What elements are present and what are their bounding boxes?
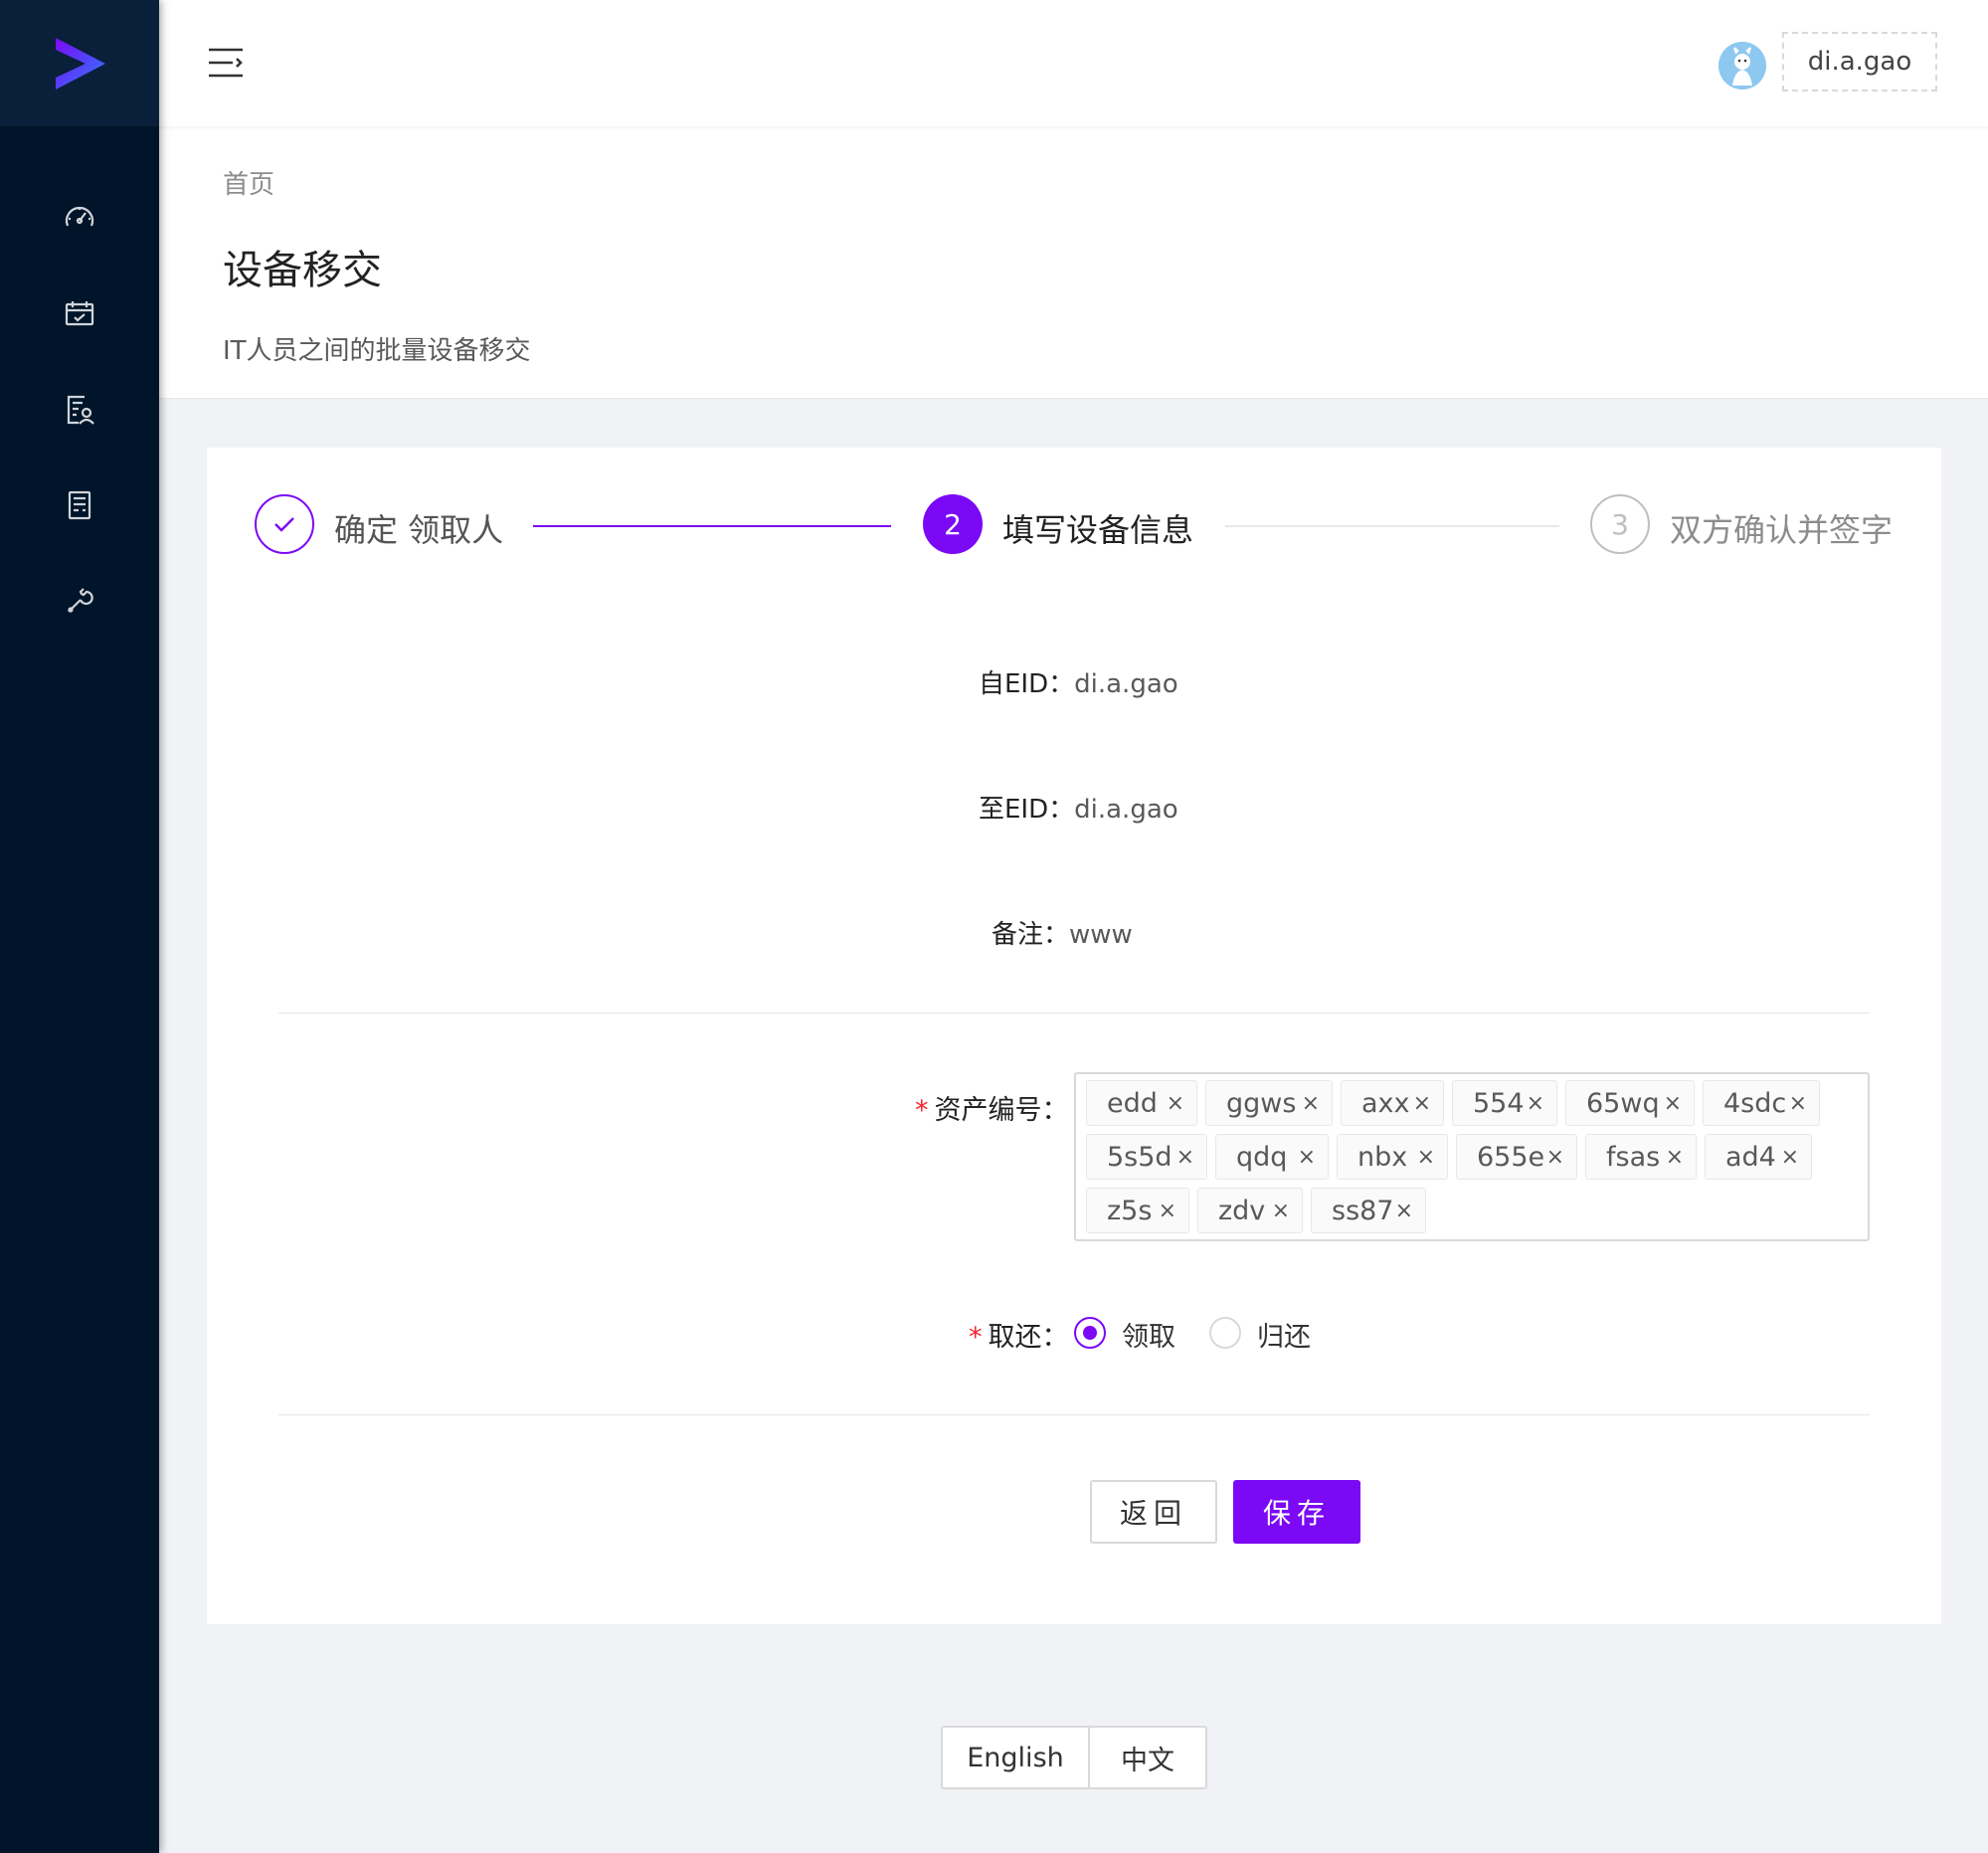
radio-receive[interactable] [1074,1317,1106,1349]
radio-dot [1083,1326,1097,1340]
user-document-icon [67,395,94,425]
divider-bottom [278,1414,1870,1415]
brand-logo-icon [56,37,105,90]
calendar-check-icon [65,301,94,326]
tag-close-icon[interactable]: × [1417,1145,1435,1170]
tag-close-icon[interactable]: × [1395,1199,1413,1223]
asset-tag: axx × [1341,1080,1444,1126]
sidebar-item-dashboard[interactable] [0,171,159,267]
page-title: 设备移交 [223,248,382,293]
step-2-connector [1225,525,1559,527]
breadcrumb-home[interactable]: 首页 [223,164,274,201]
asset-number-label: * 资产编号： [915,1095,1069,1126]
tag-close-icon[interactable]: × [1176,1145,1194,1170]
step-1-title: 确定 领取人 [334,511,504,549]
logo[interactable] [0,0,159,126]
action-label: * 取还： [969,1322,1069,1353]
tag-close-icon[interactable]: × [1546,1145,1564,1170]
avatar[interactable] [1718,42,1766,90]
tag-close-icon[interactable]: × [1664,1091,1682,1116]
step-2-title: 填写设备信息 [1002,511,1194,549]
page-description: IT人员之间的批量设备移交 [223,336,531,366]
asset-tag: edd × [1086,1080,1197,1126]
back-button[interactable]: 返回 [1090,1480,1217,1544]
asset-tag: ggws × [1205,1080,1333,1126]
asset-tags-input[interactable]: edd × ggws × axx × 554 × 65wq × 4sdc × 5s5d × q… [1074,1072,1870,1241]
tag-close-icon[interactable]: × [1666,1145,1684,1170]
lang-english-button[interactable]: English [941,1726,1090,1789]
asset-tag: ad4 × [1705,1134,1812,1180]
menu-fold-icon[interactable] [207,44,245,82]
save-button[interactable]: 保存 [1233,1480,1360,1544]
asset-tag: 65wq × [1565,1080,1695,1126]
to-eid-label: 至EID： [979,795,1075,825]
step-1-connector [533,525,891,527]
tag-close-icon[interactable]: × [1789,1091,1807,1116]
tag-close-icon[interactable]: × [1527,1091,1544,1116]
from-eid-row: 自EID：di.a.gao [979,663,1178,700]
divider-top [278,1013,1870,1014]
sidebar-item-forms[interactable] [0,458,159,553]
note-row: 备注：www [992,914,1133,951]
radio-return-label[interactable]: 归还 [1257,1315,1311,1354]
asset-tag: nbx × [1337,1134,1448,1180]
tag-close-icon[interactable]: × [1272,1199,1290,1223]
asset-tag: 655e × [1456,1134,1577,1180]
language-switcher: English 中文 [941,1726,1207,1789]
tag-close-icon[interactable]: × [1167,1091,1184,1116]
main-card: 确定 领取人 2 填写设备信息 3 双方确认并签字 自EID：di.a.gao … [207,448,1941,1624]
tag-close-icon[interactable]: × [1298,1145,1316,1170]
note-value: www [1069,920,1133,950]
lang-chinese-button[interactable]: 中文 [1090,1726,1207,1789]
sidebar-item-users[interactable] [0,362,159,458]
required-mark: * [915,1095,929,1126]
to-eid-value: di.a.gao [1074,795,1178,825]
radio-receive-label[interactable]: 领取 [1122,1315,1175,1354]
asset-tag: z5s × [1086,1188,1189,1233]
step-3-circle: 3 [1590,494,1650,554]
top-bar: di.a.gao [159,0,1988,126]
user-name-button[interactable]: di.a.gao [1782,32,1937,92]
from-eid-value: di.a.gao [1074,669,1178,699]
step-3-title: 双方确认并签字 [1670,511,1894,549]
asset-tag: 5s5d × [1086,1134,1207,1180]
to-eid-row: 至EID：di.a.gao [979,789,1178,826]
dashboard-icon [65,206,94,227]
sidebar [0,0,159,1853]
page-header: 首页 设备移交 IT人员之间的批量设备移交 [159,126,1988,399]
tag-close-icon[interactable]: × [1159,1199,1176,1223]
wrench-icon [68,588,93,613]
user-avatar-icon [1718,42,1766,90]
asset-tag: 554 × [1452,1080,1557,1126]
check-icon [274,517,294,532]
radio-return[interactable] [1209,1317,1241,1349]
form-document-icon [68,490,91,520]
side-menu [0,126,159,649]
tag-close-icon[interactable]: × [1413,1091,1431,1116]
asset-tag: 4sdc × [1703,1080,1820,1126]
from-eid-label: 自EID： [979,669,1075,699]
asset-tag: ss87 × [1311,1188,1426,1233]
asset-tag: zdv × [1197,1188,1303,1233]
asset-tag: fsas × [1585,1134,1697,1180]
required-mark: * [969,1322,983,1353]
step-1-circle [255,494,314,554]
tag-close-icon[interactable]: × [1781,1145,1799,1170]
asset-tag: qdq × [1215,1134,1329,1180]
step-2-circle: 2 [923,494,983,554]
sidebar-item-schedule[interactable] [0,267,159,362]
note-label: 备注： [992,920,1070,950]
sidebar-item-tools[interactable] [0,553,159,649]
tag-close-icon[interactable]: × [1302,1091,1320,1116]
